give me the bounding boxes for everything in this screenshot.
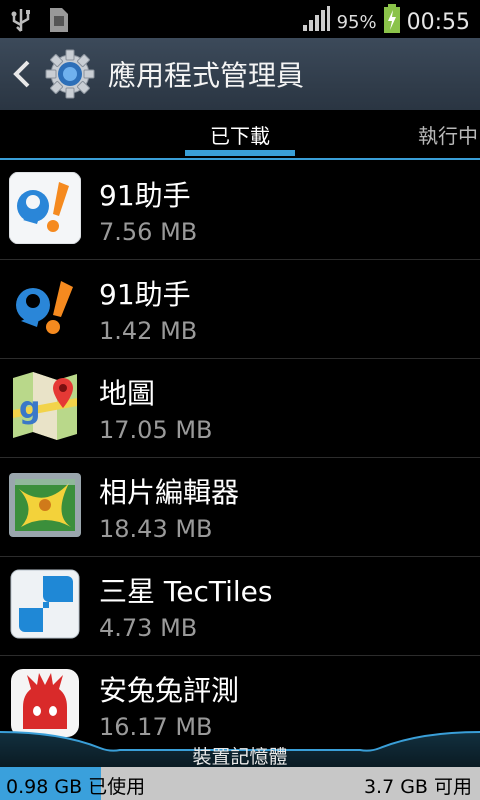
app-name: 91助手 [99, 278, 191, 311]
list-item[interactable]: 91助手 7.56 MB [0, 160, 480, 260]
app-name: 地圖 [99, 377, 156, 410]
status-bar: 95% 00:55 [0, 0, 480, 38]
tab-running[interactable]: 執行中 [418, 120, 478, 149]
app-size: 17.05 MB [99, 416, 213, 444]
app-name: 91助手 [99, 179, 191, 212]
svg-text:g: g [19, 391, 40, 426]
sd-card-icon [46, 6, 70, 38]
app-size: 4.73 MB [99, 614, 198, 642]
tab-bar: 已下載 執行中 [0, 110, 480, 160]
app-name: 三星 TecTiles [99, 575, 273, 608]
usb-icon [10, 7, 32, 37]
page-title: 應用程式管理員 [108, 59, 305, 92]
91-assistant-icon [8, 171, 82, 245]
settings-gear-icon [44, 48, 96, 100]
list-item[interactable]: 相片編輯器 18.43 MB [0, 457, 480, 557]
app-size: 7.56 MB [99, 218, 198, 246]
tab-indicator [185, 150, 295, 156]
list-item[interactable]: 91助手 1.42 MB [0, 259, 480, 359]
photo-editor-icon [9, 469, 81, 541]
tab-downloaded[interactable]: 已下載 [210, 120, 270, 149]
app-size: 18.43 MB [99, 515, 213, 543]
clock: 00:55 [406, 9, 470, 35]
battery-percent: 95% [336, 11, 377, 33]
storage-usage-bar: 0.98 GB 已使用 3.7 GB 可用 [0, 767, 480, 800]
storage-used-text: 0.98 GB 已使用 [6, 776, 146, 798]
app-size: 1.42 MB [99, 317, 198, 345]
tectiles-icon [9, 568, 81, 640]
google-maps-icon: g [9, 370, 81, 442]
back-icon[interactable] [10, 56, 34, 92]
storage-label: 裝置記憶體 [192, 746, 288, 768]
list-item[interactable]: g 地圖 17.05 MB [0, 358, 480, 458]
list-item[interactable]: 三星 TecTiles 4.73 MB [0, 556, 480, 656]
battery-charging-icon [383, 4, 401, 40]
app-name: 相片編輯器 [99, 476, 240, 509]
91-assistant-icon [9, 271, 81, 343]
action-bar: 應用程式管理員 [0, 38, 480, 111]
signal-icon [301, 5, 331, 39]
app-list: 91助手 7.56 MB 91助手 1.42 MB g 地圖 17.05 MB … [0, 160, 480, 740]
app-name: 安兔兔評測 [99, 674, 240, 707]
storage-free-text: 3.7 GB 可用 [363, 776, 472, 798]
